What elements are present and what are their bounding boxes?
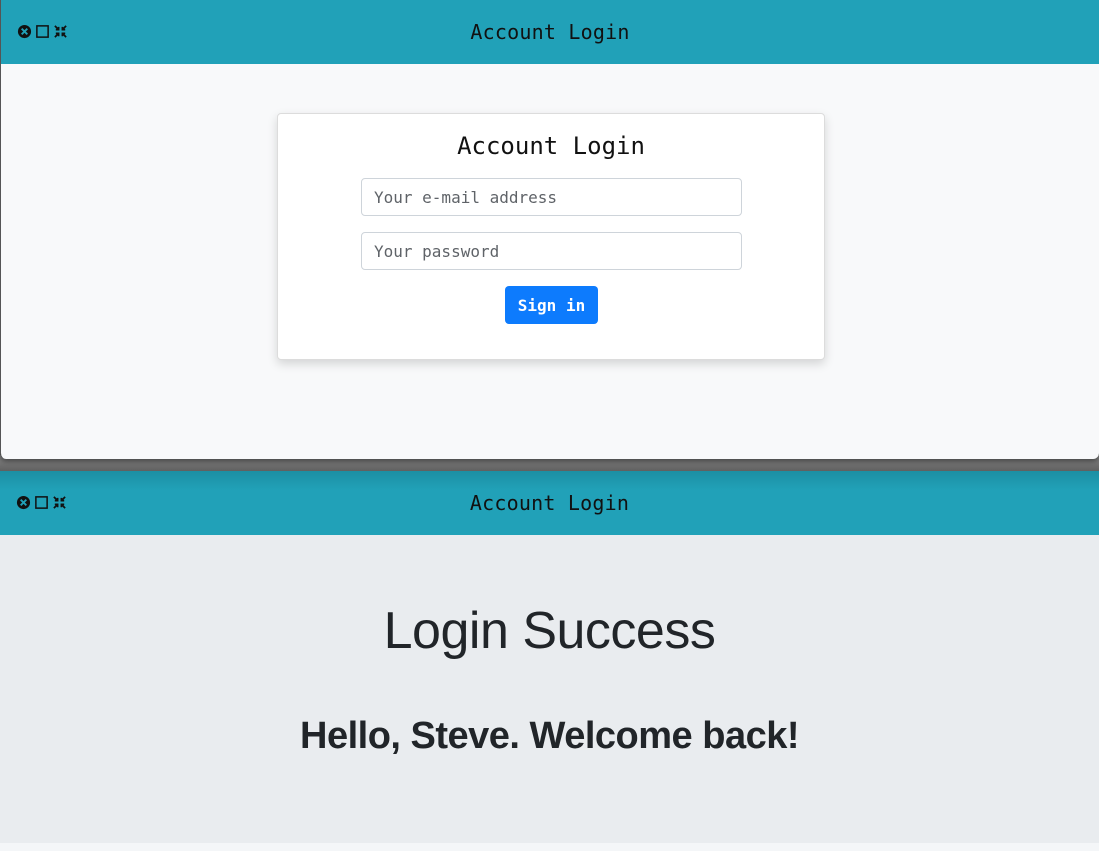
fullscreen-icon[interactable] (53, 24, 68, 39)
window-controls (17, 24, 68, 39)
window-title: Account Login (469, 491, 630, 515)
card-title: Account Login (457, 132, 645, 160)
window-title: Account Login (470, 20, 630, 44)
success-heading: Login Success (383, 602, 716, 660)
titlebar: Account Login (1, 0, 1099, 64)
fullscreen-icon[interactable] (52, 495, 67, 510)
login-window: Account Login Account Login Sign in (0, 0, 1099, 459)
login-card: Account Login Sign in (277, 113, 825, 360)
window-controls (16, 495, 67, 510)
sign-in-button[interactable]: Sign in (505, 286, 598, 324)
close-icon[interactable] (16, 495, 31, 510)
success-window: Account Login Login Success Hello, Steve… (0, 471, 1099, 851)
window-bottom-edge (0, 843, 1099, 851)
close-icon[interactable] (17, 24, 32, 39)
password-input[interactable] (361, 232, 742, 270)
welcome-message: Hello, Steve. Welcome back! (300, 715, 800, 757)
email-input[interactable] (361, 178, 742, 216)
maximize-icon[interactable] (34, 495, 49, 510)
maximize-icon[interactable] (35, 24, 50, 39)
titlebar: Account Login (0, 471, 1099, 535)
